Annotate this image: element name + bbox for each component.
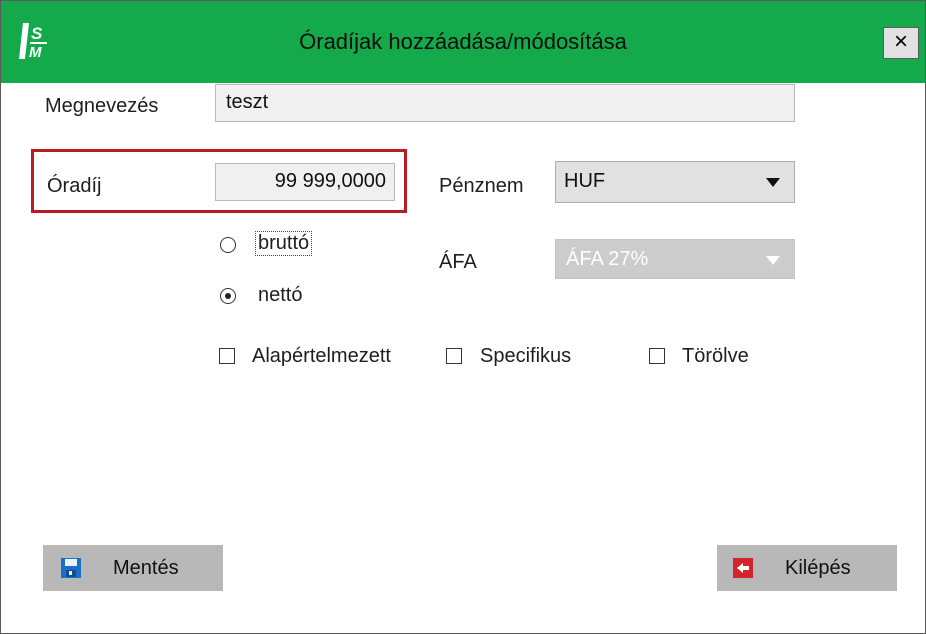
name-field[interactable]: teszt [215,84,795,122]
rate-value: 99 999,0000 [274,170,386,192]
net-radio-dot [225,293,231,299]
currency-value: HUF [564,170,606,192]
rate-field[interactable]: 99 999,0000 [215,163,395,201]
gross-label[interactable]: bruttó [255,231,313,256]
vat-label: ÁFA [439,251,477,273]
exit-label: Kilépés [785,557,851,579]
default-label[interactable]: Alapértelmezett [252,345,391,368]
currency-select[interactable]: HUF [555,161,795,203]
currency-label: Pénznem [439,175,524,197]
floppy-disk-icon [61,558,81,578]
deleted-checkbox[interactable] [649,348,665,364]
net-radio[interactable] [220,288,236,304]
net-label[interactable]: nettó [258,284,302,307]
specific-checkbox[interactable] [446,348,462,364]
name-value: teszt [226,91,269,113]
exit-button[interactable]: Kilépés [717,545,897,591]
exit-door-icon [733,558,753,578]
close-button[interactable]: × [883,27,919,59]
vat-select[interactable]: ÁFA 27% [555,239,795,279]
save-button[interactable]: Mentés [43,545,223,591]
deleted-label[interactable]: Törölve [682,345,749,368]
gross-radio[interactable] [220,237,236,253]
save-label: Mentés [113,557,179,579]
window-title: Óradíjak hozzáadása/módosítása [299,29,627,54]
chevron-down-icon[interactable] [766,178,780,188]
name-label: Megnevezés [45,95,159,117]
default-checkbox[interactable] [219,348,235,364]
dialog-window: S M Óradíjak hozzáadása/módosítása × Meg… [0,0,926,634]
specific-label[interactable]: Specifikus [480,345,571,368]
rate-label: Óradíj [47,175,102,197]
vat-value: ÁFA 27% [566,248,649,270]
chevron-down-icon[interactable] [766,256,780,266]
title-bar: S M Óradíjak hozzáadása/módosítása × [1,1,925,83]
